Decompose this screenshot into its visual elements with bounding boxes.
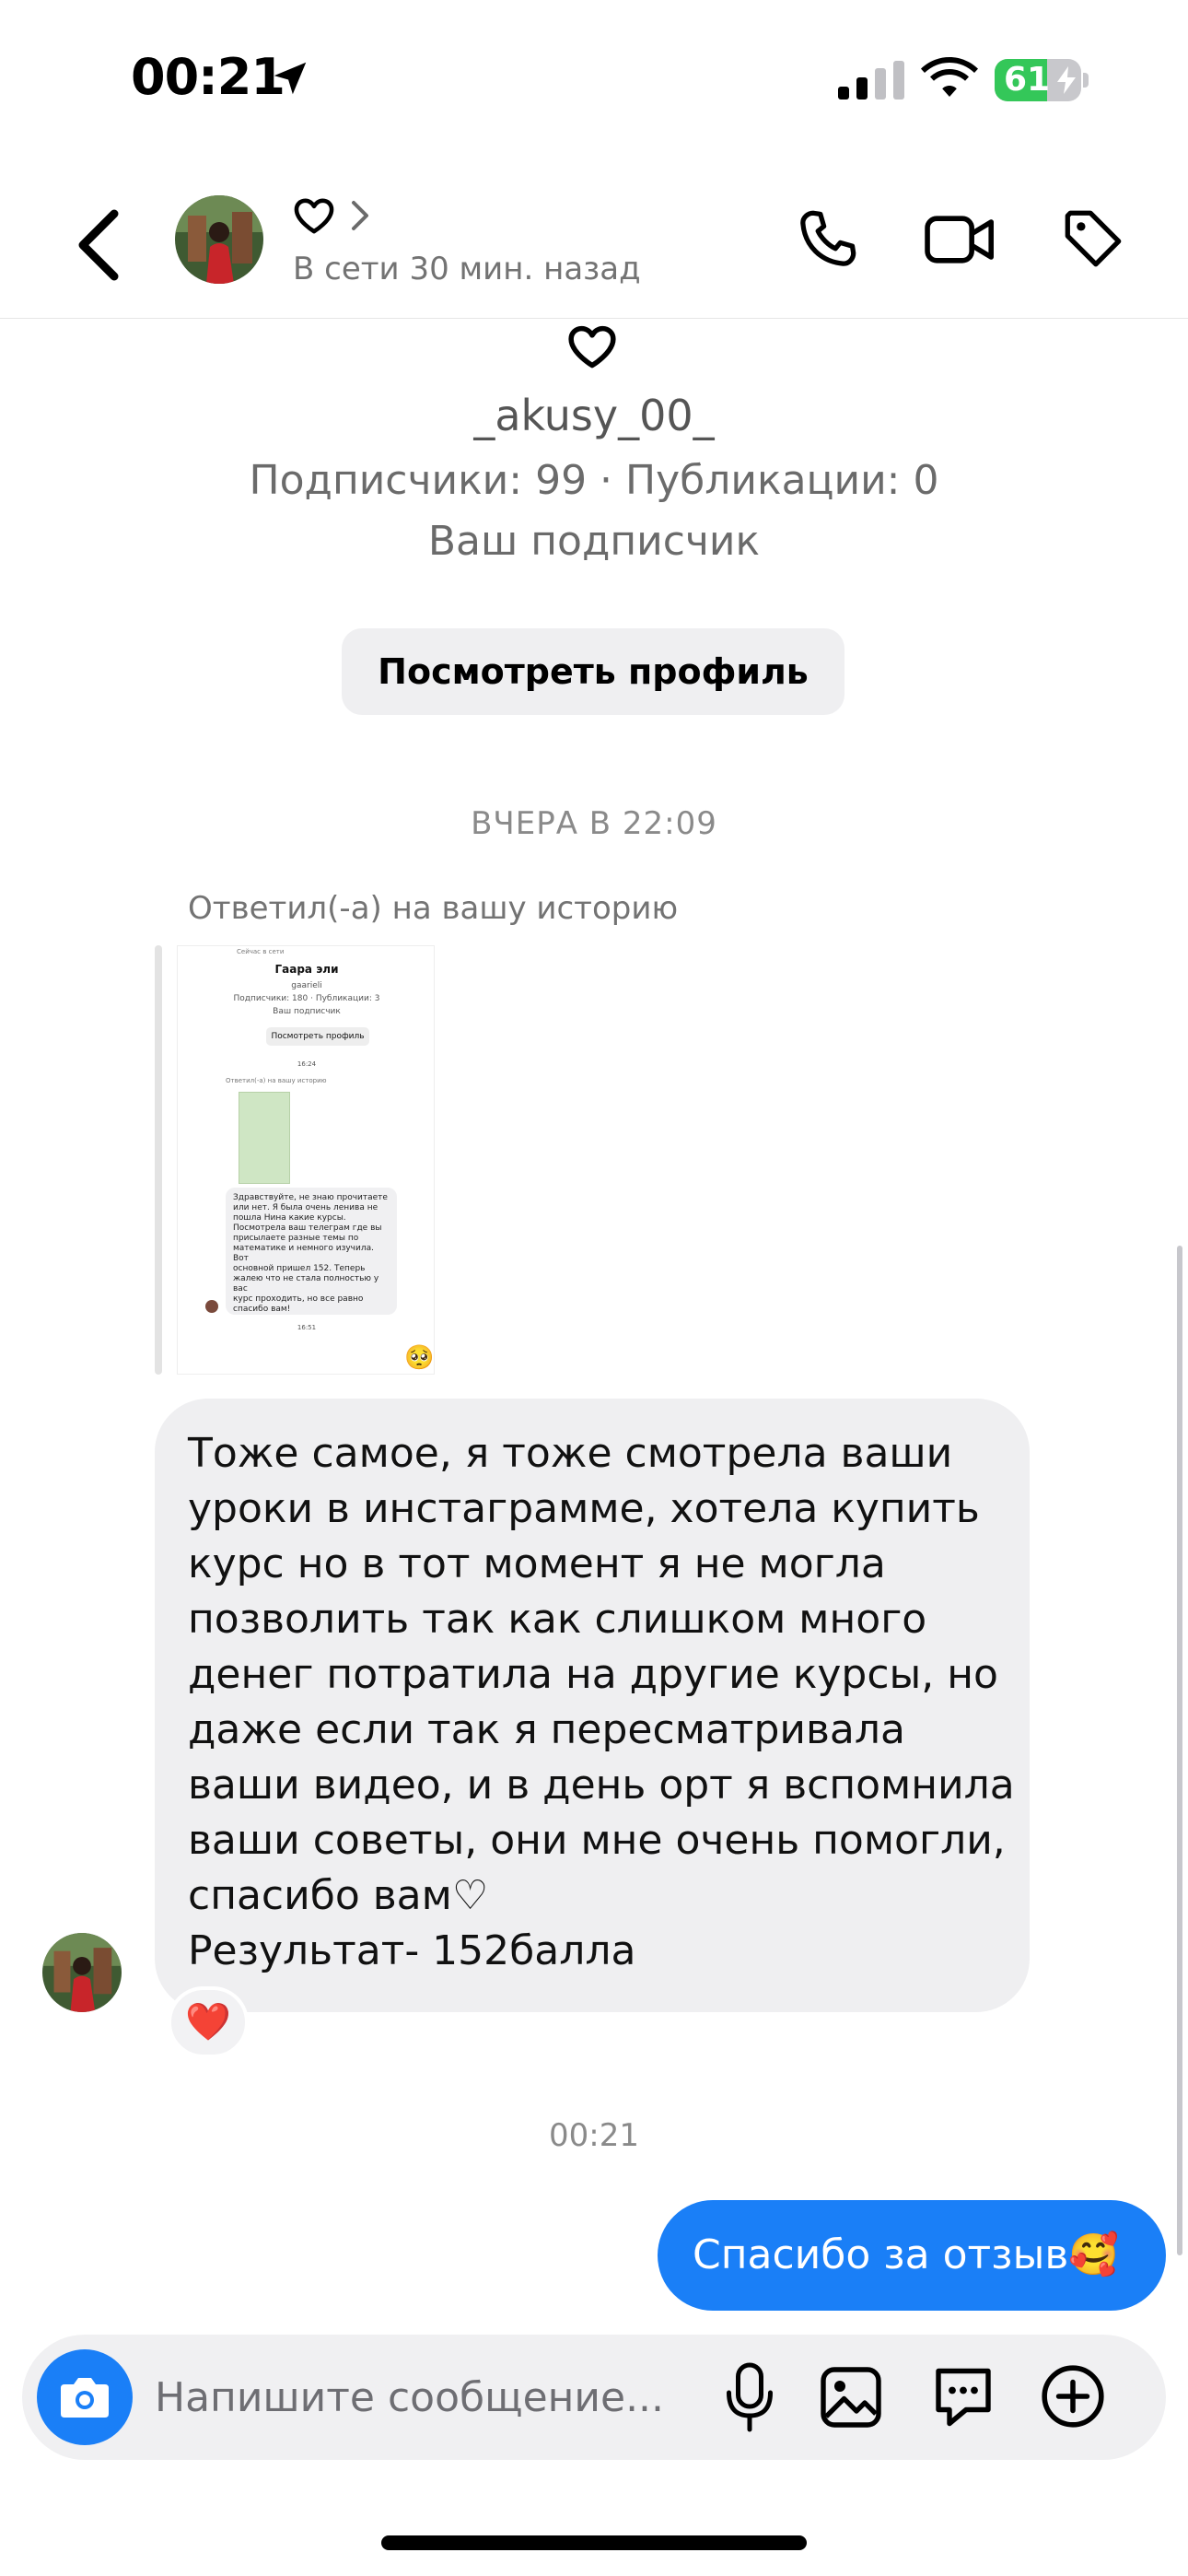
status-time: 00:21: [131, 48, 285, 106]
avatar-photo: [175, 195, 263, 284]
cellular-signal-icon: [838, 61, 904, 100]
story-preview-emoji: 🥺: [404, 1344, 435, 1372]
scroll-indicator[interactable]: [1177, 1246, 1182, 2255]
story-preview-handle: gaarieli: [291, 981, 322, 990]
home-indicator[interactable]: [381, 2535, 807, 2550]
avatar[interactable]: [175, 195, 263, 284]
incoming-message[interactable]: Тоже самое, я тоже смотрела ваши уроки в…: [155, 1399, 1030, 2012]
video-camera-icon[interactable]: [925, 212, 995, 267]
story-preview-message: Здравствуйте, не знаю прочитаете или нет…: [226, 1188, 397, 1315]
message-line: денег потратила на другие курсы, но: [188, 1651, 998, 1698]
message-line: курс но в тот момент я не могла: [188, 1540, 886, 1587]
story-preview-time-bottom: 16:51: [297, 1324, 317, 1331]
story-preview-stats: Подписчики: 180 · Публикации: 3: [233, 994, 380, 1003]
profile-stats: Подписчики: 99 · Публикации: 0: [249, 457, 939, 504]
message-input[interactable]: [155, 2362, 707, 2432]
story-preview-avatar: [205, 1300, 218, 1313]
camera-button[interactable]: [37, 2349, 133, 2445]
story-preview-line: присылаете разные темы по: [233, 1234, 359, 1243]
story-preview-line: Здравствуйте, не знаю прочитаете: [233, 1193, 388, 1202]
follow-status: Ваш подписчик: [427, 518, 761, 565]
story-reply-bar: [155, 945, 162, 1375]
battery-icon: 61: [995, 59, 1081, 101]
story-preview-header-status: Сейчас в сети: [237, 948, 285, 955]
message-line: уроки в инстаграмме, хотела купить: [188, 1485, 980, 1532]
outgoing-message[interactable]: Спасибо за отзыв🥰: [658, 2200, 1166, 2311]
tag-icon[interactable]: [1061, 206, 1125, 271]
story-preview-line: или нет. Я была очень ленива не: [233, 1203, 379, 1212]
story-preview-time-top: 16:24: [297, 1060, 317, 1068]
story-preview[interactable]: Сейчас в сети Гаара эли gaarieli Подписч…: [177, 945, 435, 1375]
story-reply-label: Ответил(-а) на вашу историю: [188, 890, 679, 927]
charging-bolt-icon: [1057, 66, 1076, 94]
sticker-icon[interactable]: [930, 2362, 996, 2432]
status-bar: 00:21 61: [0, 0, 1188, 157]
story-preview-line: основной пришел 152. Теперь: [233, 1264, 366, 1273]
day-separator: ВЧЕРА В 22:09: [471, 805, 717, 842]
view-profile-button[interactable]: Посмотреть профиль: [342, 628, 844, 715]
time-separator: 00:21: [549, 2117, 639, 2154]
story-preview-title: Гаара эли: [274, 963, 339, 976]
message-line: позволить так как слишком много: [188, 1596, 927, 1643]
message-line: Результат- 152балла: [188, 1927, 636, 1974]
profile-username: _akusy_00_: [473, 391, 715, 440]
heart-icon: [568, 325, 616, 369]
sender-avatar[interactable]: [42, 1933, 122, 2012]
story-preview-line: Посмотрела ваш телеграм где вы: [233, 1224, 382, 1233]
microphone-icon[interactable]: [722, 2360, 777, 2434]
battery-percent: 61: [1004, 61, 1051, 99]
story-preview-line: пошла Нина какие курсы.: [233, 1213, 346, 1223]
online-status: В сети 30 мин. назад: [293, 251, 641, 287]
chat-header: В сети 30 мин. назад: [0, 175, 1188, 319]
story-preview-thumbnail: [239, 1092, 290, 1184]
story-preview-button: Посмотреть профиль: [266, 1027, 369, 1046]
message-line: ваши видео, и в день орт я вспомнила: [188, 1762, 1015, 1809]
reaction-badge[interactable]: ❤️: [168, 1986, 249, 2058]
story-preview-line: спасибо вам!: [233, 1305, 291, 1314]
message-line: спасибо вам♡: [188, 1872, 489, 1919]
story-preview-reply-label: Ответил(-а) на вашу историю: [226, 1077, 327, 1084]
camera-icon: [61, 2378, 109, 2418]
wifi-icon: [921, 57, 978, 97]
location-arrow-icon: [274, 62, 307, 95]
battery-cap: [1083, 73, 1089, 88]
story-preview-line: математике и немного изучила. Вот: [233, 1244, 374, 1263]
message-line: Тоже самое, я тоже смотрела ваши: [188, 1430, 953, 1477]
plus-circle-icon[interactable]: [1039, 2362, 1107, 2430]
story-preview-line: жалею что не стала полностью у вас: [233, 1274, 379, 1294]
message-composer: [22, 2335, 1166, 2460]
message-line: даже если так я пересматривала: [188, 1706, 905, 1753]
back-chevron-icon[interactable]: [74, 208, 122, 282]
avatar-photo: [42, 1933, 122, 2012]
chevron-right-icon[interactable]: [350, 199, 372, 232]
story-preview-line: курс проходить, но все равно: [233, 1294, 364, 1304]
message-line: ваши советы, они мне очень помогли,: [188, 1817, 1006, 1864]
phone-icon[interactable]: [796, 206, 860, 271]
heart-icon: [294, 198, 334, 234]
story-preview-follow-status: Ваш подписчик: [273, 1007, 341, 1016]
gallery-icon[interactable]: [818, 2364, 884, 2430]
